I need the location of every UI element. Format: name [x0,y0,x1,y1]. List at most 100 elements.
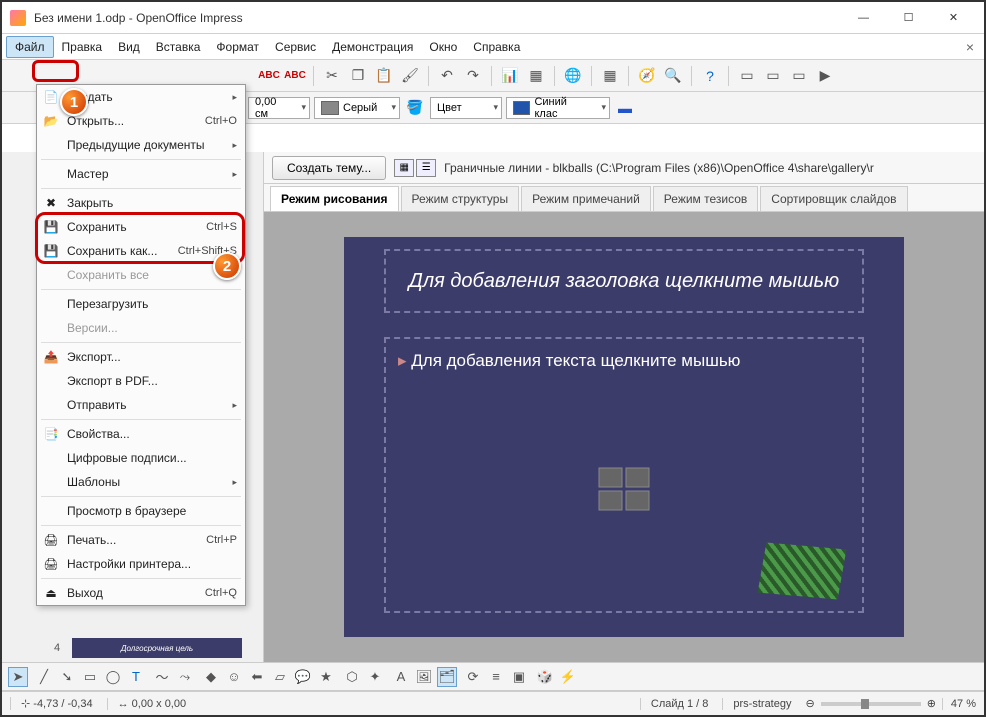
navigator-icon[interactable]: 🧭 [636,65,658,87]
gallery-list-view[interactable]: ☰ [416,159,436,177]
help-icon[interactable]: ? [699,65,721,87]
align-icon[interactable]: ≡ [486,667,506,687]
glue-tool-icon[interactable]: ✦ [365,667,385,687]
create-theme-button[interactable]: Создать тему... [272,156,386,180]
gallery-icon[interactable]: 🗂 [437,667,457,687]
maximize-button[interactable]: ☐ [886,4,931,32]
select-tool-icon[interactable]: ➤ [8,667,28,687]
rotate-icon[interactable]: ⟳ [463,667,483,687]
zoom-icon[interactable]: 🔍 [662,65,684,87]
slide-design-icon[interactable]: ▭ [788,65,810,87]
menu-item-browser-preview[interactable]: Просмотр в браузере [37,499,245,523]
document-close-icon[interactable]: × [960,39,980,55]
tab-sorter[interactable]: Сортировщик слайдов [760,186,907,211]
menu-item-wizard[interactable]: Мастер▸ [37,162,245,186]
menu-help[interactable]: Справка [465,37,528,57]
slide-content-placeholder[interactable]: Для добавления текста щелкните мышью [384,337,864,613]
menu-item-printer-settings[interactable]: 🖨Настройки принтера... [37,552,245,576]
menu-item-exportpdf[interactable]: Экспорт в PDF... [37,369,245,393]
menu-item-properties[interactable]: 📑Свойства... [37,422,245,446]
from-file-icon[interactable]: 🖼 [414,667,434,687]
fontwork-icon[interactable]: A [391,667,411,687]
menu-item-export[interactable]: 📤Экспорт... [37,345,245,369]
tab-drawing[interactable]: Режим рисования [270,186,399,211]
hyperlink-icon[interactable]: 🌐 [562,65,584,87]
insert-table-icon[interactable] [599,467,623,487]
fill-type-combo[interactable]: Цвет [430,97,502,119]
slide[interactable]: Для добавления заголовка щелкните мышью … [344,237,904,637]
menu-file[interactable]: Файл [6,36,54,58]
menu-item-exit[interactable]: ⏏ВыходCtrl+Q [37,581,245,605]
insert-movie-icon[interactable] [626,490,650,510]
redo-icon[interactable]: ↷ [462,65,484,87]
tab-notes[interactable]: Режим примечаний [521,186,651,211]
file-menu-dropdown: 📄Создать▸ 📂Открыть...Ctrl+O Предыдущие д… [36,84,246,606]
fill-color-combo[interactable]: Синий клас [506,97,610,119]
points-tool-icon[interactable]: ⬡ [342,667,362,687]
menu-tools[interactable]: Сервис [267,37,324,57]
close-button[interactable]: ✕ [931,4,976,32]
slide-title-placeholder[interactable]: Для добавления заголовка щелкните мышью [384,249,864,313]
table-icon[interactable]: ▦ [525,65,547,87]
chart-icon[interactable]: 📊 [499,65,521,87]
grid-icon[interactable]: ▦ [599,65,621,87]
format-paintbrush-icon[interactable]: 🖌 [399,65,421,87]
menu-item-templates[interactable]: Шаблоны▸ [37,470,245,494]
menu-item-send[interactable]: Отправить▸ [37,393,245,417]
callout-icon[interactable]: 💬 [293,667,313,687]
curve-tool-icon[interactable]: ～ [152,667,172,687]
gallery-icon-view[interactable]: ▦ [394,159,414,177]
shadow-icon[interactable]: ▬ [614,97,636,119]
menu-window[interactable]: Окно [421,37,465,57]
annotation-highlight-2 [35,212,245,264]
spellcheck-icon[interactable]: ABC [258,65,280,87]
menu-slideshow[interactable]: Демонстрация [324,37,421,57]
tab-outline[interactable]: Режим структуры [401,186,520,211]
stars-icon[interactable]: ★ [316,667,336,687]
ellipse-tool-icon[interactable]: ◯ [103,667,123,687]
menu-item-recent[interactable]: Предыдущие документы▸ [37,133,245,157]
arrange-icon[interactable]: ▣ [509,667,529,687]
autospell-icon[interactable]: ABC [284,65,306,87]
menu-item-sign[interactable]: Цифровые подписи... [37,446,245,470]
copy-icon[interactable]: ❐ [347,65,369,87]
rect-tool-icon[interactable]: ▭ [80,667,100,687]
line-color-combo[interactable]: Серый [314,97,400,119]
line-width-combo[interactable]: 0,00 см [248,97,310,119]
menu-insert[interactable]: Вставка [148,37,209,57]
menu-item-print[interactable]: 🖨Печать...Ctrl+P [37,528,245,552]
cut-icon[interactable]: ✂ [321,65,343,87]
menu-item-reload[interactable]: Перезагрузить [37,292,245,316]
slide-layout-icon[interactable]: ▭ [762,65,784,87]
zoom-in-icon[interactable]: ⊕ [927,697,936,710]
fill-bucket-icon[interactable]: 🪣 [404,97,426,119]
zoom-value[interactable]: 47 % [942,698,976,710]
connector-tool-icon[interactable]: ⤳ [175,667,195,687]
insert-chart-icon[interactable] [626,467,650,487]
slide-icon[interactable]: ▭ [736,65,758,87]
app-icon [10,10,26,26]
menu-edit[interactable]: Правка [54,37,111,57]
basic-shapes-icon[interactable]: ◆ [201,667,221,687]
arrow-tool-icon[interactable]: ➘ [57,667,77,687]
slide-body-text: Для добавления текста щелкните мышью [398,351,850,371]
zoom-slider[interactable] [821,702,921,706]
undo-icon[interactable]: ↶ [436,65,458,87]
insert-image-icon[interactable] [599,490,623,510]
menu-format[interactable]: Формат [208,37,267,57]
symbol-shapes-icon[interactable]: ☺ [224,667,244,687]
flowchart-icon[interactable]: ▱ [270,667,290,687]
line-tool-icon[interactable]: ╱ [34,667,54,687]
zoom-out-icon[interactable]: ⊖ [805,697,814,710]
text-tool-icon[interactable]: T [126,667,146,687]
extrusion-icon[interactable]: 🎲 [535,667,555,687]
minimize-button[interactable]: — [841,4,886,32]
interaction-icon[interactable]: ⚡ [558,667,578,687]
menu-view[interactable]: Вид [110,37,148,57]
block-arrows-icon[interactable]: ⬅ [247,667,267,687]
slide-thumbnail[interactable]: Долгосрочная цель [72,638,242,658]
slideshow-icon[interactable]: ▶ [814,65,836,87]
paste-icon[interactable]: 📋 [373,65,395,87]
tab-handout[interactable]: Режим тезисов [653,186,759,211]
slide-canvas[interactable]: Для добавления заголовка щелкните мышью … [264,212,984,662]
